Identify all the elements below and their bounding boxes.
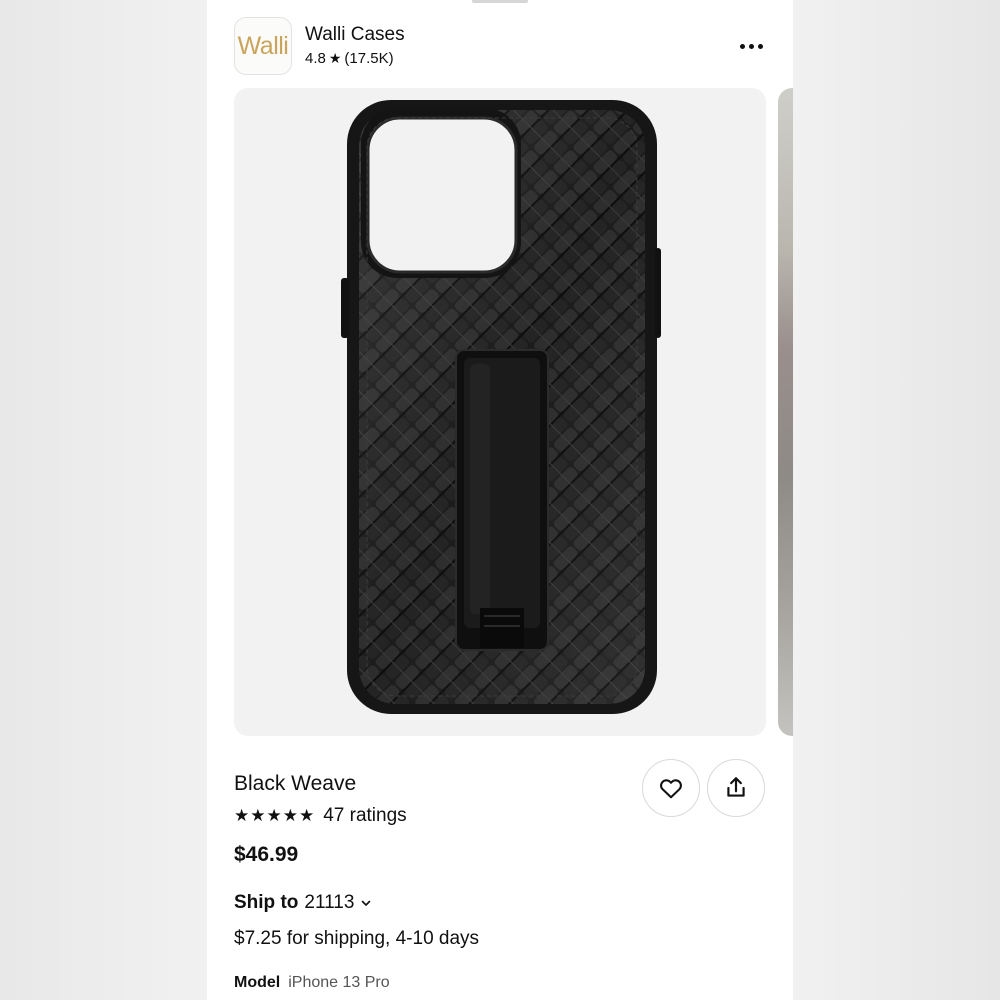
rating-stars-icon: ★★★★★ — [234, 806, 316, 825]
ship-to-label: Ship to — [234, 892, 299, 913]
right-backdrop — [793, 0, 1000, 1000]
chevron-down-icon — [362, 900, 371, 906]
left-backdrop — [0, 0, 207, 1000]
product-page: Walli Walli Cases 4.8 ★ (17.5K) Black We… — [207, 0, 793, 1000]
heart-icon — [660, 779, 682, 799]
product-title: Black Weave — [234, 772, 357, 795]
model-row: Model iPhone 13 Pro — [234, 974, 390, 992]
seller-logo[interactable]: Walli — [234, 17, 292, 75]
share-icon — [727, 777, 745, 797]
star-icon: ★ — [328, 50, 342, 66]
favorite-button[interactable] — [642, 759, 700, 817]
seller-logo-text: Walli — [237, 31, 289, 60]
more-horizontal-icon — [739, 43, 763, 49]
product-ratings[interactable]: ★★★★★ 47 ratings — [234, 805, 407, 827]
phone-case-image — [341, 100, 661, 714]
ship-to-zip: 21113 — [304, 892, 355, 913]
seller-rating: 4.8 ★ (17.5K) — [305, 50, 394, 67]
seller-rating-count: (17.5K) — [344, 50, 394, 67]
model-label: Model — [234, 974, 281, 991]
product-price: $46.99 — [234, 843, 299, 866]
model-value: iPhone 13 Pro — [288, 974, 390, 991]
product-image[interactable] — [234, 88, 766, 736]
ship-to-selector[interactable]: Ship to 21113 — [234, 892, 372, 914]
share-button[interactable] — [707, 759, 765, 817]
more-options-button[interactable] — [731, 32, 771, 60]
seller-rating-value: 4.8 — [305, 50, 326, 67]
next-image-preview[interactable] — [778, 88, 793, 736]
ratings-count: 47 ratings — [323, 805, 407, 826]
shipping-info: $7.25 for shipping, 4-10 days — [234, 928, 480, 949]
drag-handle — [472, 0, 528, 3]
seller-name[interactable]: Walli Cases — [305, 24, 405, 46]
